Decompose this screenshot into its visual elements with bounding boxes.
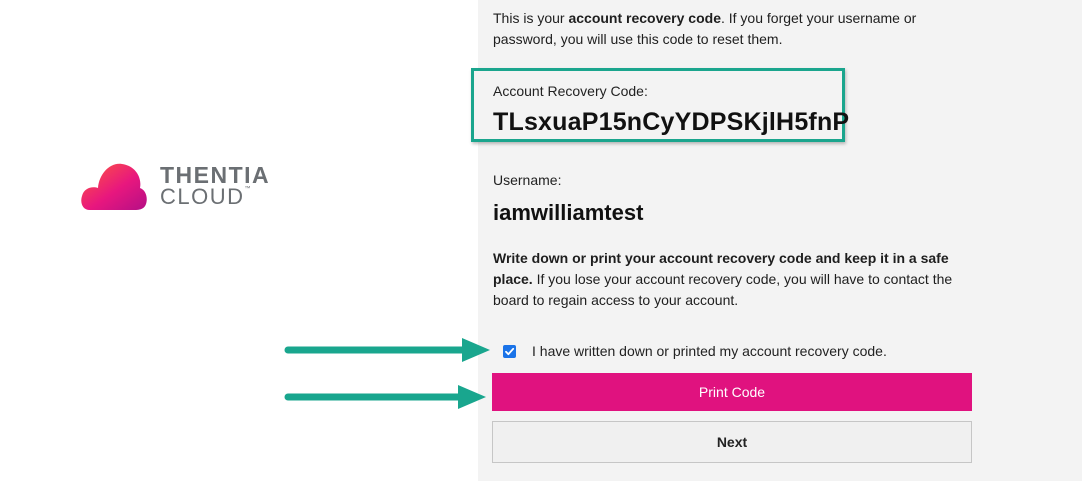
checkmark-icon	[505, 347, 515, 355]
trademark-mark: ™	[244, 186, 251, 192]
confirm-row[interactable]: I have written down or printed my accoun…	[503, 343, 887, 359]
confirm-checkbox[interactable]	[503, 344, 516, 358]
intro-bold: account recovery code	[568, 10, 721, 26]
recovery-code-value: TLsxuaP15nCyYDPSKjlH5fnP	[493, 108, 850, 136]
safekeeping-note: Write down or print your account recover…	[493, 250, 953, 308]
arrow-right-icon	[284, 338, 490, 362]
next-button[interactable]: Next	[492, 421, 972, 463]
logo-wordmark-line2: CLOUD™	[160, 184, 251, 209]
confirm-label: I have written down or printed my accoun…	[532, 343, 887, 359]
username-value: iamwilliamtest	[493, 200, 644, 225]
arrow-right-icon	[284, 385, 486, 409]
intro-text: This is your account recovery code. If y…	[493, 10, 917, 47]
print-code-button[interactable]: Print Code	[492, 373, 972, 411]
username-label: Username:	[493, 172, 562, 188]
thentia-cloud-logo: THENTIA CLOUD™	[80, 160, 270, 212]
recovery-code-label: Account Recovery Code:	[493, 83, 648, 99]
recovery-code-box: Account Recovery Code: TLsxuaP15nCyYDPSK…	[471, 68, 849, 142]
cloud-logo-icon	[81, 163, 147, 210]
